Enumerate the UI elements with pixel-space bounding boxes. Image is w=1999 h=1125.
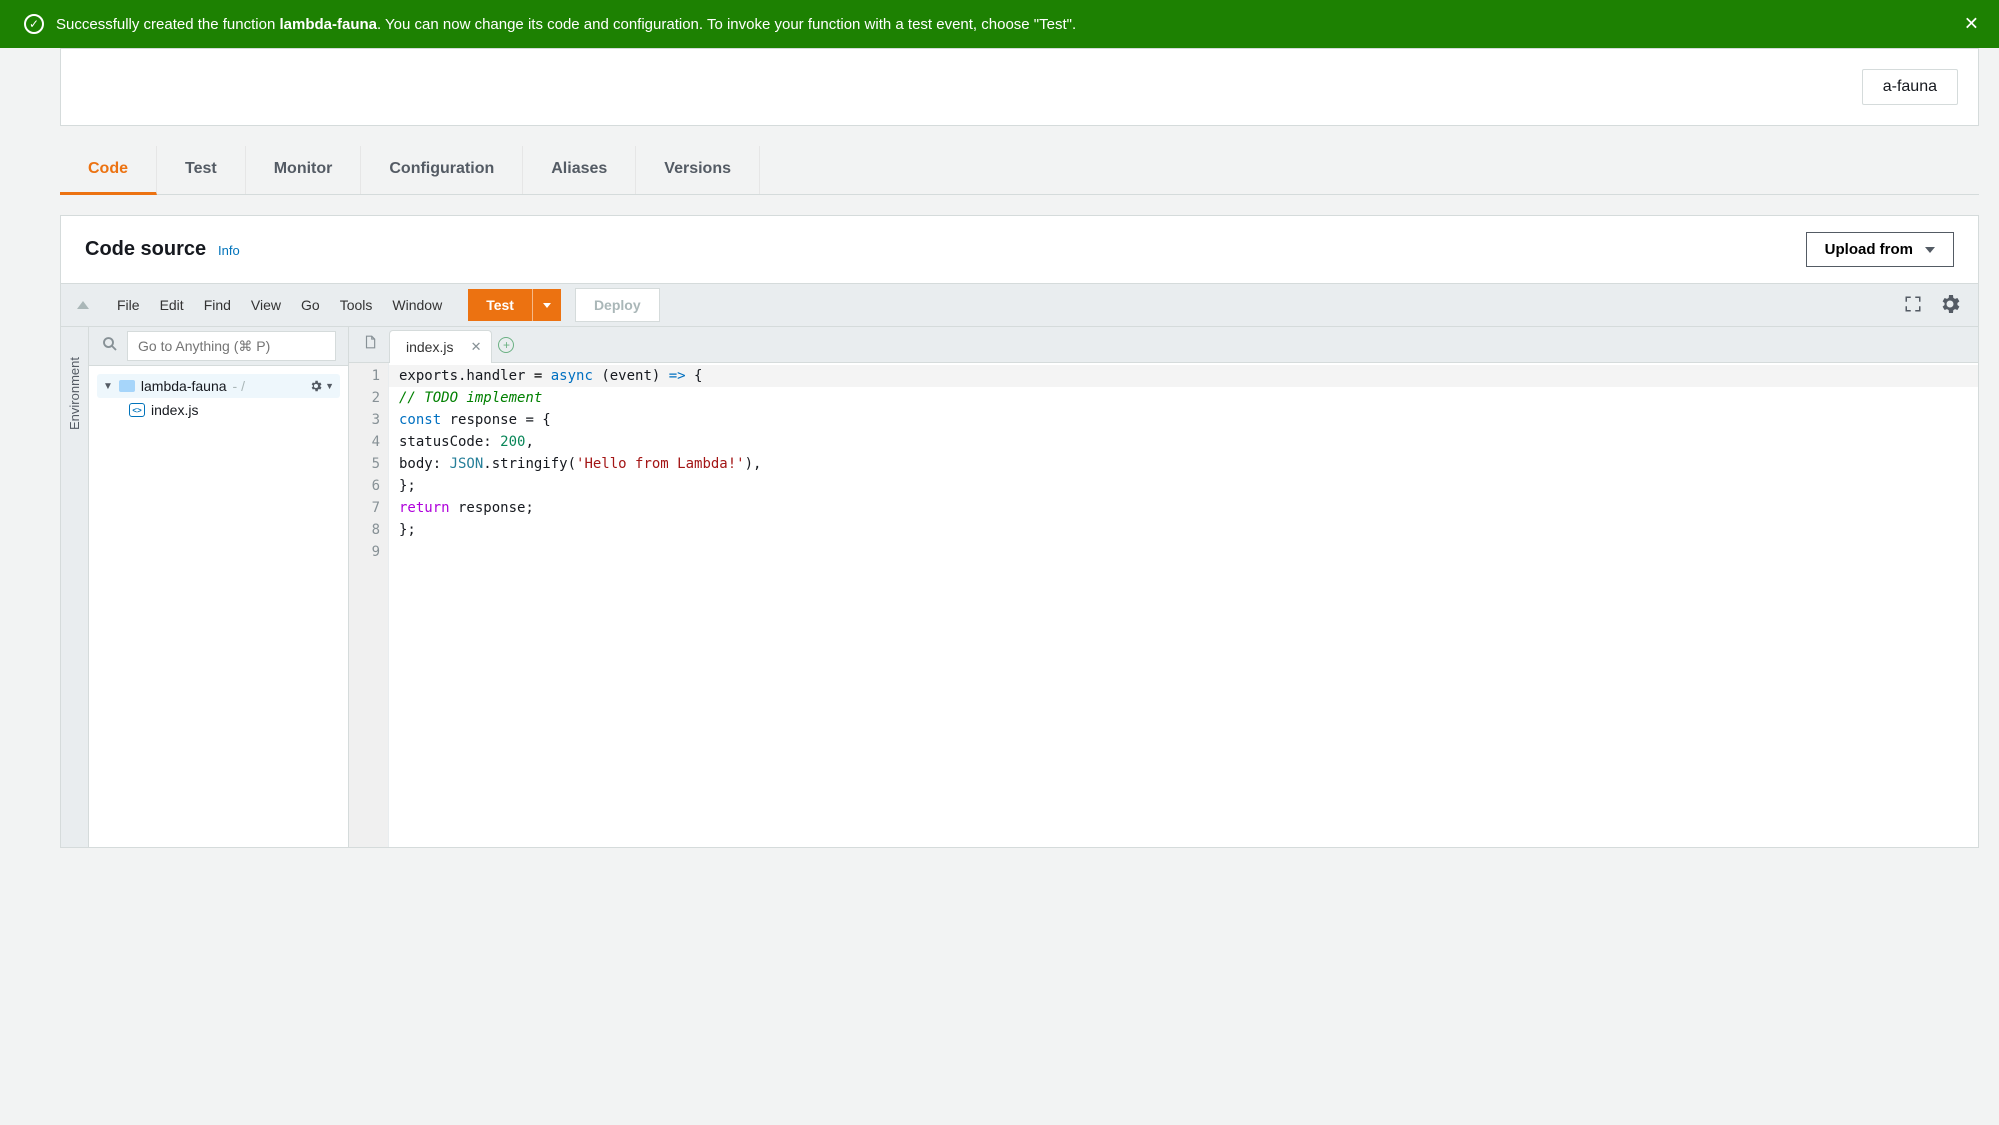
- file-name: index.js: [151, 402, 198, 418]
- tab-test[interactable]: Test: [157, 146, 246, 194]
- tab-aliases[interactable]: Aliases: [523, 146, 636, 194]
- test-button-group: Test: [468, 289, 561, 321]
- editor-column: index.js ✕ + 123456789 exports.handler =…: [349, 327, 1978, 847]
- upload-from-label: Upload from: [1825, 241, 1913, 258]
- menu-go[interactable]: Go: [291, 291, 330, 319]
- caret-down-icon: [543, 303, 551, 308]
- menu-find[interactable]: Find: [194, 291, 241, 319]
- tab-configuration[interactable]: Configuration: [361, 146, 523, 194]
- main-tabs: CodeTestMonitorConfigurationAliasesVersi…: [60, 146, 1979, 195]
- add-tab-icon[interactable]: +: [498, 337, 514, 353]
- menu-tools[interactable]: Tools: [330, 291, 383, 319]
- panel-header: Code source Info Upload from: [61, 216, 1978, 283]
- code-source-panel: Code source Info Upload from FileEditFin…: [60, 215, 1979, 848]
- code-content[interactable]: exports.handler = async (event) => { // …: [389, 363, 1978, 847]
- check-circle-icon: ✓: [24, 14, 44, 34]
- folder-icon: [119, 380, 135, 392]
- goto-anything-input[interactable]: [127, 331, 336, 361]
- menu-file[interactable]: File: [107, 291, 150, 319]
- tab-versions[interactable]: Versions: [636, 146, 760, 194]
- menu-window[interactable]: Window: [382, 291, 452, 319]
- editor-tab[interactable]: index.js ✕: [389, 330, 492, 363]
- function-name-badge: a-fauna: [1862, 69, 1958, 105]
- success-banner: ✓ Successfully created the function lamb…: [0, 0, 1999, 48]
- tab-label: index.js: [406, 339, 453, 355]
- menu-view[interactable]: View: [241, 291, 291, 319]
- search-icon[interactable]: [101, 335, 119, 358]
- menu-edit[interactable]: Edit: [150, 291, 194, 319]
- tree-file-row[interactable]: <> index.js: [123, 398, 340, 422]
- js-file-icon: <>: [129, 403, 145, 417]
- tab-code[interactable]: Code: [60, 146, 157, 195]
- environment-sidebar[interactable]: Environment: [61, 327, 89, 847]
- panel-title: Code source: [85, 238, 206, 260]
- test-dropdown-button[interactable]: [532, 289, 561, 321]
- ide-body: Environment ▼ lambda-fauna - /: [61, 327, 1978, 847]
- folder-suffix: - /: [233, 378, 245, 394]
- test-button[interactable]: Test: [468, 289, 532, 321]
- info-link[interactable]: Info: [218, 243, 240, 258]
- close-icon[interactable]: ✕: [1964, 14, 1979, 35]
- chevron-down-icon: ▼: [103, 381, 113, 392]
- banner-text: Successfully created the function lambda…: [56, 16, 1076, 33]
- file-tree-column: ▼ lambda-fauna - / ▼ <> index.js: [89, 327, 349, 847]
- code-editor[interactable]: 123456789 exports.handler = async (event…: [349, 363, 1978, 847]
- gear-icon[interactable]: [1938, 292, 1962, 319]
- tab-monitor[interactable]: Monitor: [246, 146, 362, 194]
- editor-tab-bar: index.js ✕ +: [349, 327, 1978, 363]
- environment-label: Environment: [67, 357, 82, 430]
- search-row: [89, 327, 348, 366]
- file-tree: ▼ lambda-fauna - / ▼ <> index.js: [89, 366, 348, 847]
- fullscreen-icon[interactable]: [1904, 295, 1922, 316]
- line-gutter: 123456789: [349, 363, 389, 847]
- function-overview-card: a-fauna: [60, 48, 1979, 126]
- close-tab-icon[interactable]: ✕: [471, 339, 482, 355]
- caret-down-icon: [1925, 247, 1935, 253]
- document-icon[interactable]: [357, 334, 383, 355]
- collapse-icon[interactable]: [77, 301, 89, 309]
- folder-name: lambda-fauna: [141, 378, 227, 394]
- deploy-button[interactable]: Deploy: [575, 288, 660, 322]
- ide-toolbar: FileEditFindViewGoToolsWindow Test Deplo…: [61, 283, 1978, 327]
- tree-gear-icon[interactable]: ▼: [309, 379, 334, 393]
- upload-from-button[interactable]: Upload from: [1806, 232, 1954, 267]
- tree-folder-row[interactable]: ▼ lambda-fauna - / ▼: [97, 374, 340, 398]
